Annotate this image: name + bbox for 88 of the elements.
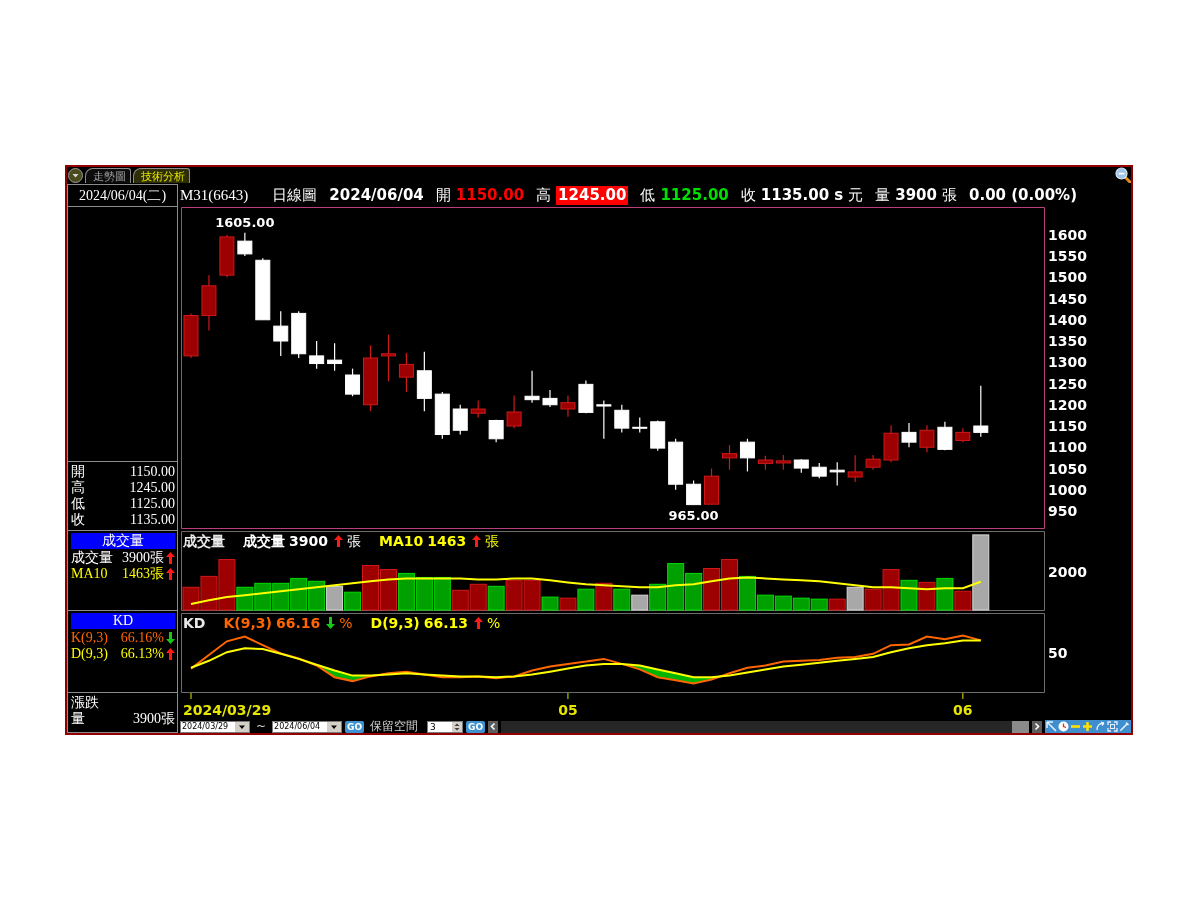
- scrollbar-thumb[interactable]: [1012, 720, 1029, 733]
- chevron-right-icon: [1033, 722, 1041, 731]
- pencil-icon[interactable]: [1119, 721, 1131, 732]
- quote-value: 1125.00: [130, 496, 175, 512]
- clock-icon[interactable]: [1057, 721, 1069, 732]
- axis-label: 1600: [1048, 226, 1087, 243]
- quote-value: 1245.00: [556, 185, 629, 205]
- quote-value: 1150.00: [130, 464, 175, 480]
- quote-value: 1135.00: [130, 512, 175, 528]
- undo-icon[interactable]: [1094, 721, 1106, 732]
- quote-label: 開: [71, 464, 85, 480]
- legend-label: D(9,3): [370, 615, 420, 631]
- chart-period: 日線圖: [272, 185, 318, 205]
- legend-unit: %: [339, 615, 353, 631]
- fit-screen-icon[interactable]: [1107, 721, 1119, 732]
- price-change: 0.00 (0.00%): [969, 186, 1077, 204]
- axis-label: 1550: [1048, 248, 1087, 265]
- indicator-value: 66.13%: [120, 646, 164, 662]
- zoom-out-icon[interactable]: [1115, 167, 1131, 183]
- quote-unit: 元: [848, 185, 864, 205]
- quote-value: 1245.00: [129, 480, 175, 496]
- indicator-label: 成交量: [71, 550, 113, 566]
- axis-label: 1250: [1048, 375, 1087, 392]
- axis-label: 950: [1048, 503, 1078, 520]
- quote-date: 2024/06/04: [329, 186, 424, 204]
- legend-label: K(9,3): [223, 615, 272, 631]
- caret-icon[interactable]: [235, 721, 249, 732]
- spin-field[interactable]: 3: [427, 720, 464, 733]
- price-annotation: 965.00: [668, 507, 719, 523]
- indicator-value: 1463張: [122, 566, 164, 582]
- date-label: 05: [558, 702, 578, 718]
- summary-label: 量: [71, 711, 85, 727]
- date-label: 2024/03/29: [183, 702, 272, 718]
- panel-title: KD: [71, 613, 175, 629]
- dropdown-icon[interactable]: [68, 167, 83, 183]
- date-select[interactable]: 2024/03/29: [180, 720, 250, 733]
- axis-label: 1050: [1048, 460, 1087, 477]
- spinner-icon[interactable]: [452, 721, 463, 732]
- axis-label: 1450: [1048, 290, 1087, 307]
- tab[interactable]: 技術分析: [133, 168, 190, 183]
- quote-label: 高: [536, 185, 552, 205]
- quote-label: 低: [640, 185, 656, 205]
- axis-label: 50: [1048, 645, 1068, 662]
- indicator-label: MA10: [71, 566, 108, 582]
- panel-title: 成交量: [71, 533, 175, 549]
- date-select[interactable]: 2024/06/04: [272, 720, 343, 733]
- price-annotation: 1605.00: [215, 214, 275, 230]
- quote-value: 1150.00: [455, 185, 525, 205]
- axis-label: 1200: [1048, 396, 1087, 413]
- toolbar-label: 保留空間: [370, 720, 419, 733]
- axis-label: 2000: [1048, 563, 1087, 580]
- quote-value: 1135.00 s: [760, 185, 844, 205]
- quote-label: 開: [435, 185, 451, 205]
- indicator-value: 3900張: [122, 550, 164, 566]
- quote-value: 1125.00: [660, 185, 729, 205]
- indicator-value: 66.16%: [120, 630, 164, 646]
- axis-label: 1400: [1048, 311, 1087, 328]
- axis-label: 1150: [1048, 418, 1087, 435]
- axis-label: 1350: [1048, 333, 1087, 350]
- quote-value: 3900: [895, 185, 937, 205]
- axis-label: 1300: [1048, 354, 1087, 371]
- indicator-label: K(9,3): [71, 630, 108, 646]
- axis-label: 1100: [1048, 439, 1087, 456]
- summary-value: 3900張: [133, 711, 175, 727]
- chevron-left-icon: [489, 722, 498, 731]
- scroll-left-button[interactable]: [488, 720, 499, 733]
- tab[interactable]: 走勢圖: [85, 168, 131, 183]
- indicator-label: D(9,3): [71, 646, 108, 662]
- legend-value: 66.13: [423, 615, 469, 631]
- caret-icon[interactable]: [327, 721, 342, 732]
- legend-value: 66.16: [275, 615, 321, 631]
- scroll-right-button[interactable]: [1032, 720, 1042, 733]
- quote-label: 收: [71, 512, 85, 528]
- quote-unit: 張: [942, 185, 957, 205]
- date-display: 2024/06/04(二): [67, 184, 178, 207]
- quote-label: 收: [740, 185, 756, 205]
- quote-label: 量: [875, 185, 891, 205]
- quote-label: 低: [71, 496, 85, 512]
- plus-icon[interactable]: [1082, 721, 1094, 732]
- chart-title: KD: [183, 615, 206, 631]
- axis-label: 1000: [1048, 481, 1087, 498]
- quote-label: 高: [71, 480, 85, 496]
- toolbar-label: ~: [256, 720, 267, 733]
- date-label: 06: [953, 702, 973, 718]
- summary-label: 漲跌: [71, 695, 99, 711]
- stock-symbol: M31(6643): [180, 186, 249, 204]
- legend-unit: %: [487, 615, 501, 631]
- axis-label: 1500: [1048, 269, 1087, 286]
